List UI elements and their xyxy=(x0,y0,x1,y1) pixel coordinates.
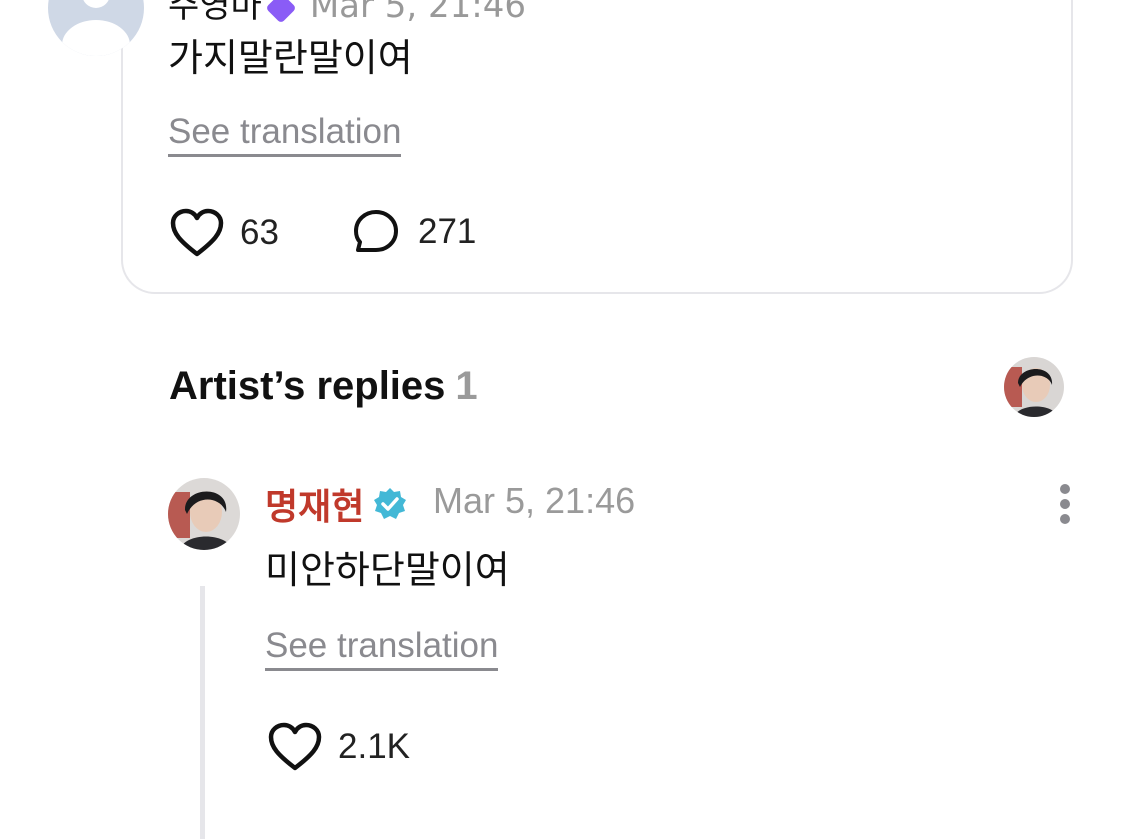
post-author-avatar[interactable] xyxy=(48,0,144,56)
post-like-button[interactable]: 63 xyxy=(170,208,279,258)
page: 주영마 Mar 5, 21:46 가지말란말이여 See translation … xyxy=(0,0,1125,839)
artist-photo-icon xyxy=(168,478,240,550)
reply-thread-line xyxy=(200,586,205,839)
reply-author-avatar[interactable] xyxy=(168,478,240,550)
more-dot xyxy=(1060,484,1070,494)
heart-icon xyxy=(170,208,224,257)
post-comment-button[interactable]: 271 xyxy=(352,208,476,256)
post-author-name[interactable]: 주영마 xyxy=(168,0,262,26)
post-comment-count: 271 xyxy=(418,212,477,251)
reply-like-count: 2.1K xyxy=(338,727,410,766)
artist-avatar-small[interactable] xyxy=(1004,357,1064,417)
comment-bubble-icon xyxy=(354,210,398,252)
reply-date: Mar 5, 21:46 xyxy=(433,480,636,521)
reply-see-translation-link[interactable]: See translation xyxy=(265,626,499,671)
post-date: Mar 5, 21:46 xyxy=(309,0,527,26)
post-like-count: 63 xyxy=(240,213,279,252)
artist-replies-title: Artist’s replies xyxy=(169,364,446,408)
artist-photo-icon xyxy=(1004,357,1064,417)
artist-replies-heading: Artist’s replies 1 xyxy=(169,364,478,409)
reply-author-name[interactable]: 명재현 xyxy=(265,478,364,530)
heart-icon xyxy=(268,722,322,771)
post-header: 주영마 Mar 5, 21:46 xyxy=(168,0,526,27)
reply-text: 미안하단말이여 xyxy=(265,548,510,592)
more-dot xyxy=(1060,499,1070,509)
verified-badge-icon xyxy=(374,488,406,519)
post-text: 가지말란말이여 xyxy=(168,36,413,80)
avatar-placeholder-body xyxy=(62,20,130,56)
membership-badge-icon xyxy=(265,0,297,24)
more-dot xyxy=(1060,514,1070,524)
avatar-placeholder-head xyxy=(82,0,110,8)
post-see-translation-link[interactable]: See translation xyxy=(168,112,402,157)
reply-like-button[interactable]: 2.1K xyxy=(268,722,410,772)
artist-replies-count: 1 xyxy=(455,364,478,408)
reply-more-icon[interactable] xyxy=(1058,484,1072,524)
